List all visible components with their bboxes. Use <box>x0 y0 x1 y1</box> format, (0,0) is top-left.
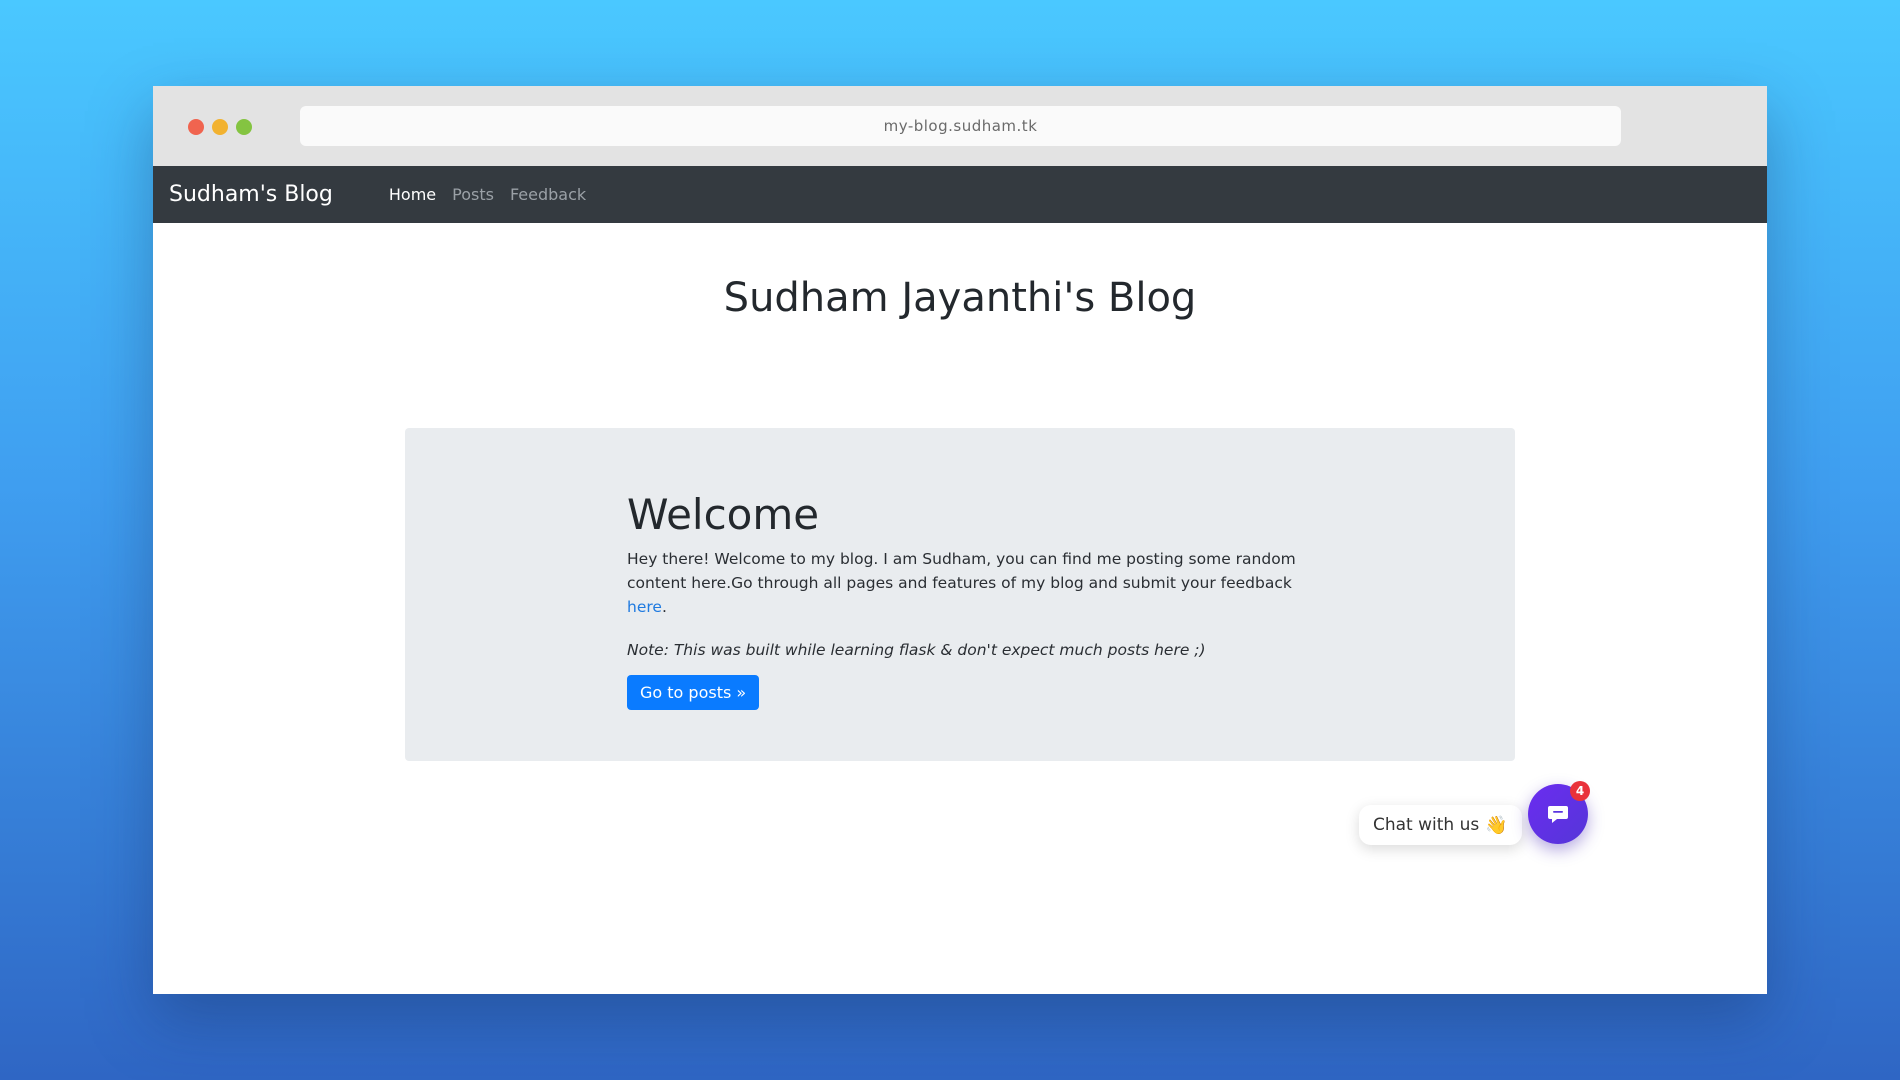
chat-icon <box>1548 806 1568 823</box>
welcome-text: Hey there! Welcome to my blog. I am Sudh… <box>627 547 1307 619</box>
welcome-jumbotron: Welcome Hey there! Welcome to my blog. I… <box>405 428 1515 761</box>
chat-prompt-bubble[interactable]: Chat with us 👋 <box>1359 805 1522 845</box>
go-to-posts-button[interactable]: Go to posts » <box>627 675 760 710</box>
welcome-text-end: . <box>661 598 667 616</box>
address-url: my-blog.sudham.tk <box>883 117 1038 135</box>
feedback-link[interactable]: here <box>627 598 662 616</box>
address-bar[interactable]: my-blog.sudham.tk <box>300 106 1621 146</box>
browser-window: my-blog.sudham.tk Sudham's Blog Home Pos… <box>153 86 1767 994</box>
browser-titlebar: my-blog.sudham.tk <box>153 86 1767 166</box>
minimize-window-dot[interactable] <box>212 119 228 135</box>
maximize-window-dot[interactable] <box>236 119 252 135</box>
chat-launcher-button[interactable]: 4 <box>1528 781 1590 844</box>
jumbotron-container: Welcome Hey there! Welcome to my blog. I… <box>627 490 1307 710</box>
unread-badge: 4 <box>1570 781 1590 801</box>
note-text: Note: This was built while learning flas… <box>627 641 1206 659</box>
welcome-text-body: Hey there! Welcome to my blog. I am Sudh… <box>627 550 1296 592</box>
page-title: Sudham Jayanthi's Blog <box>723 275 1197 321</box>
close-window-dot[interactable] <box>188 119 204 135</box>
wave-icon: 👋 <box>1485 814 1508 836</box>
navbar-brand[interactable]: Sudham's Blog <box>169 182 333 207</box>
navbar: Sudham's Blog Home Posts Feedback <box>153 166 1767 223</box>
welcome-heading: Welcome <box>627 490 820 539</box>
nav-link-home[interactable]: Home <box>389 185 436 204</box>
nav-link-feedback[interactable]: Feedback <box>510 185 586 204</box>
nav-link-posts[interactable]: Posts <box>452 185 494 204</box>
chat-prompt-text: Chat with us <box>1373 815 1480 835</box>
page-content: Sudham Jayanthi's Blog Welcome Hey there… <box>153 275 1767 761</box>
